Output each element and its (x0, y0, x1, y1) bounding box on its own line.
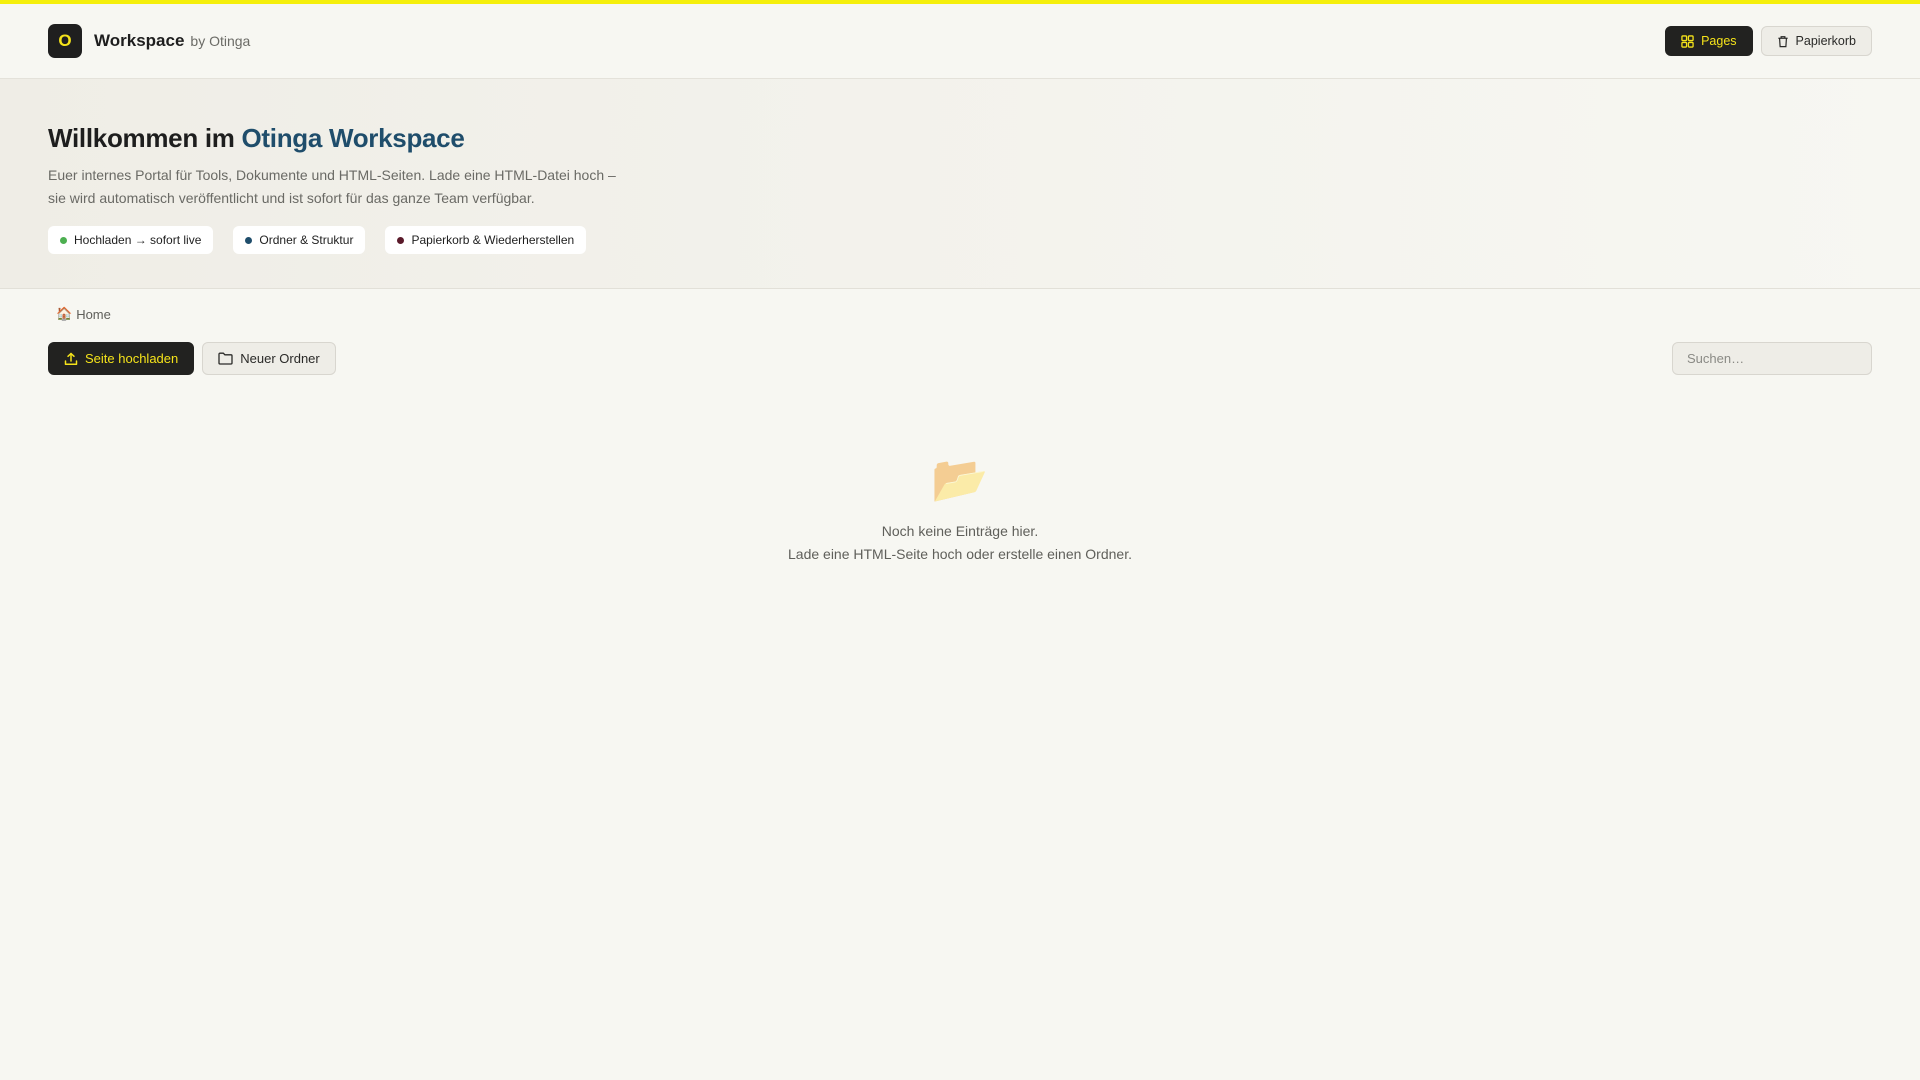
empty-state: 📂 Noch keine Einträge hier. Lade eine HT… (0, 452, 1920, 566)
breadcrumb-home-link[interactable]: Home (76, 307, 111, 322)
hero-description-line2: sie wird automatisch veröffentlicht und … (48, 190, 535, 206)
feature-pill-label: Papierkorb & Wiederherstellen (411, 233, 575, 247)
welcome-hero: Willkommen im Otinga Workspace Euer inte… (0, 79, 1920, 289)
hero-title-prefix: Willkommen im (48, 123, 242, 153)
feature-pill-upload: Hochladen → sofort live (48, 226, 214, 254)
upload-page-button[interactable]: Seite hochladen (48, 342, 195, 375)
maroon-dot-icon (397, 236, 405, 244)
feature-pill-label: Hochladen → sofort live (74, 233, 202, 247)
trash-icon (1777, 35, 1788, 47)
grid-icon (1681, 34, 1694, 48)
folder-icon (218, 352, 233, 365)
hero-description: Euer internes Portal für Tools, Dokument… (48, 164, 628, 210)
hero-title: Willkommen im Otinga Workspace (48, 123, 1872, 154)
feature-pill-folders: Ordner & Struktur (233, 226, 366, 254)
feature-pill-trash: Papierkorb & Wiederherstellen (385, 226, 587, 254)
pages-button[interactable]: Pages (1665, 26, 1753, 56)
hero-title-accent: Otinga Workspace (241, 123, 465, 153)
toolbar-actions: Seite hochladen Neuer Ordner (48, 342, 336, 375)
app-header: O Workspace by Otinga Pages Papierkorb (0, 4, 1920, 79)
hero-description-line1: Euer internes Portal für Tools, Dokument… (48, 167, 616, 183)
new-folder-button[interactable]: Neuer Ordner (202, 342, 336, 375)
header-nav: Pages Papierkorb (1665, 26, 1872, 56)
upload-icon (64, 352, 78, 365)
brand-name: Workspace (94, 31, 185, 50)
blue-dot-icon (245, 236, 253, 244)
pages-button-label: Pages (1701, 34, 1737, 48)
logo[interactable]: O (48, 24, 82, 58)
home-icon: 🏠 (56, 306, 73, 321)
empty-state-line1: Noch keine Einträge hier. (881, 523, 1039, 539)
feature-pills: Hochladen → sofort live Ordner & Struktu… (48, 226, 1872, 254)
search-input[interactable] (1672, 342, 1872, 375)
brand[interactable]: O Workspace by Otinga (48, 24, 250, 58)
feature-pill-label: Ordner & Struktur (259, 233, 354, 247)
breadcrumb: 🏠 Home (56, 306, 111, 322)
open-folder-icon: 📂 (931, 453, 989, 505)
empty-state-line2: Lade eine HTML-Seite hoch oder erstelle … (788, 546, 1132, 562)
brand-byline: by Otinga (190, 33, 251, 49)
upload-page-button-label: Seite hochladen (85, 351, 179, 366)
trash-button[interactable]: Papierkorb (1760, 26, 1872, 56)
trash-button-label: Papierkorb (1795, 34, 1856, 48)
content-toolbar: Seite hochladen Neuer Ordner (48, 342, 1872, 375)
new-folder-button-label: Neuer Ordner (240, 351, 320, 366)
green-dot-icon (60, 236, 67, 244)
